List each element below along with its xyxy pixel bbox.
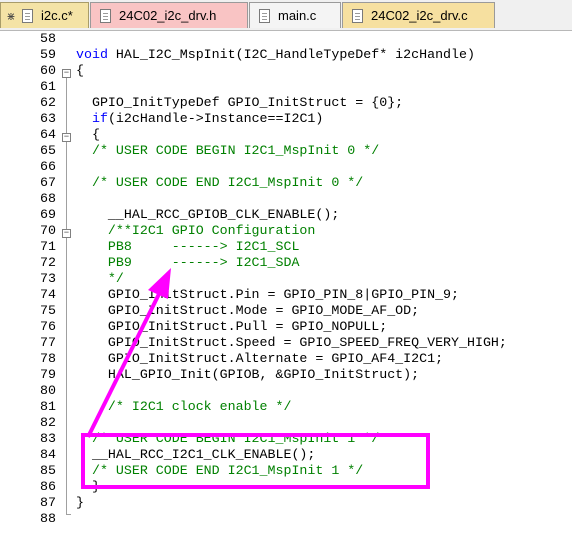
tab-label: main.c — [278, 8, 317, 23]
code-line[interactable]: 82 — [0, 415, 572, 431]
fold-toggle-icon[interactable]: − — [62, 69, 71, 78]
code-line[interactable]: 72 PB9 ------> I2C1_SDA — [0, 255, 572, 271]
line-number: 67 — [40, 175, 56, 190]
code-text: HAL_GPIO_Init(GPIOB, &GPIO_InitStruct); — [76, 367, 420, 382]
line-number: 64 — [40, 127, 56, 142]
line-number: 80 — [40, 383, 56, 398]
code-line[interactable]: 60 { — [0, 63, 572, 79]
code-text: /* USER CODE END I2C1_MspInit 0 */ — [76, 175, 364, 190]
code-line[interactable]: 74 GPIO_InitStruct.Pin = GPIO_PIN_8|GPIO… — [0, 287, 572, 303]
code-text: */ — [76, 271, 124, 286]
code-line[interactable]: 68 — [0, 191, 572, 207]
line-number: 86 — [40, 479, 56, 494]
code-line[interactable]: 79 HAL_GPIO_Init(GPIOB, &GPIO_InitStruct… — [0, 367, 572, 383]
code-text: if(i2cHandle->Instance==I2C1) — [91, 111, 324, 126]
code-line[interactable]: 73 */ — [0, 271, 572, 287]
code-text: GPIO_InitStruct.Pull = GPIO_NOPULL; — [76, 319, 388, 334]
code-text: { — [76, 127, 100, 142]
line-number: 70 — [40, 223, 56, 238]
line-number: 71 — [40, 239, 56, 254]
code-line[interactable]: 76 GPIO_InitStruct.Pull = GPIO_NOPULL; — [0, 319, 572, 335]
code-line[interactable]: 66 — [0, 159, 572, 175]
code-text: GPIO_InitStruct.Alternate = GPIO_AF4_I2C… — [76, 351, 444, 366]
code-line[interactable]: 59 void HAL_I2C_MspInit(I2C_HandleTypeDef… — [0, 47, 572, 63]
line-number: 73 — [40, 271, 56, 286]
line-number: 74 — [40, 287, 56, 302]
line-number: 66 — [40, 159, 56, 174]
file-icon — [22, 8, 33, 23]
tab-24c02-i2c-drv-c[interactable]: 24C02_i2c_drv.c — [342, 2, 495, 28]
code-line[interactable]: 62 GPIO_InitTypeDef GPIO_InitStruct = {0… — [0, 95, 572, 111]
code-text: void HAL_I2C_MspInit(I2C_HandleTypeDef* … — [76, 47, 475, 62]
code-line[interactable]: 61 — [0, 79, 572, 95]
highlight-box — [81, 433, 430, 489]
line-number: 72 — [40, 255, 56, 270]
line-number: 61 — [40, 79, 56, 94]
code-text: PB8 ------> I2C1_SCL — [76, 239, 300, 254]
code-line[interactable]: 65 /* USER CODE BEGIN I2C1_MspInit 0 */ — [0, 143, 572, 159]
line-number: 60 — [40, 63, 56, 78]
tab-24c02-i2c-drv-h[interactable]: 24C02_i2c_drv.h — [90, 2, 248, 28]
code-text: /* I2C1 clock enable */ — [76, 399, 292, 414]
line-number: 65 — [40, 143, 56, 158]
line-number: 76 — [40, 319, 56, 334]
file-icon — [259, 8, 270, 23]
code-line[interactable]: 64 { — [0, 127, 572, 143]
line-number: 88 — [40, 511, 56, 526]
code-text: /* USER CODE BEGIN I2C1_MspInit 0 */ — [76, 143, 380, 158]
file-icon — [100, 8, 111, 23]
line-number: 83 — [40, 431, 56, 446]
line-number: 59 — [40, 47, 56, 62]
code-line[interactable]: 77 GPIO_InitStruct.Speed = GPIO_SPEED_FR… — [0, 335, 572, 351]
code-line[interactable]: 58 — [0, 31, 572, 47]
line-number: 69 — [40, 207, 56, 222]
pin-icon[interactable]: ⋇ — [4, 9, 18, 23]
tab-label: 24C02_i2c_drv.c — [371, 8, 468, 23]
code-text: GPIO_InitTypeDef GPIO_InitStruct = {0}; — [76, 95, 404, 110]
code-text: GPIO_InitStruct.Mode = GPIO_MODE_AF_OD; — [76, 303, 420, 318]
code-line[interactable]: 80 — [0, 383, 572, 399]
tab-bar: ⋇ i2c.c* 24C02_i2c_drv.h main.c 24C02_i2… — [0, 0, 572, 31]
code-line[interactable]: 88 — [0, 511, 572, 527]
line-number: 68 — [40, 191, 56, 206]
line-number: 81 — [40, 399, 56, 414]
code-line[interactable]: 70 /**I2C1 GPIO Configuration — [0, 223, 572, 239]
line-number: 85 — [40, 463, 56, 478]
line-number: 87 — [40, 495, 56, 510]
code-text: PB9 ------> I2C1_SDA — [76, 255, 300, 270]
code-text: GPIO_InitStruct.Pin = GPIO_PIN_8|GPIO_PI… — [76, 287, 460, 302]
line-number: 78 — [40, 351, 56, 366]
code-line[interactable]: 71 PB8 ------> I2C1_SCL — [0, 239, 572, 255]
line-number: 77 — [40, 335, 56, 350]
line-number: 79 — [40, 367, 56, 382]
code-line[interactable]: 81 /* I2C1 clock enable */ — [0, 399, 572, 415]
line-number: 62 — [40, 95, 56, 110]
tab-i2c-c[interactable]: ⋇ i2c.c* — [0, 2, 89, 28]
code-text: __HAL_RCC_GPIOB_CLK_ENABLE(); — [76, 207, 340, 222]
code-text: GPIO_InitStruct.Speed = GPIO_SPEED_FREQ_… — [76, 335, 507, 350]
code-line[interactable]: 67 /* USER CODE END I2C1_MspInit 0 */ — [0, 175, 572, 191]
code-line[interactable]: 75 GPIO_InitStruct.Mode = GPIO_MODE_AF_O… — [0, 303, 572, 319]
fold-toggle-icon[interactable]: − — [62, 133, 71, 142]
line-number: 58 — [40, 31, 56, 46]
line-number: 75 — [40, 303, 56, 318]
line-number: 84 — [40, 447, 56, 462]
code-text: } — [76, 495, 84, 510]
line-number: 63 — [40, 111, 56, 126]
code-text: /**I2C1 GPIO Configuration — [76, 223, 316, 238]
code-line[interactable]: 78 GPIO_InitStruct.Alternate = GPIO_AF4_… — [0, 351, 572, 367]
code-editor[interactable]: 58 59 void HAL_I2C_MspInit(I2C_HandleTypeD… — [0, 31, 572, 533]
code-line[interactable]: 87} — [0, 495, 572, 511]
code-text: { — [76, 63, 84, 78]
tab-main-c[interactable]: main.c — [249, 2, 341, 28]
tab-label: i2c.c* — [41, 8, 73, 23]
code-line[interactable]: 69 __HAL_RCC_GPIOB_CLK_ENABLE(); — [0, 207, 572, 223]
code-line[interactable]: 63 if(i2cHandle->Instance==I2C1) — [0, 111, 572, 127]
file-icon — [352, 8, 363, 23]
tab-label: 24C02_i2c_drv.h — [119, 8, 217, 23]
line-number: 82 — [40, 415, 56, 430]
fold-toggle-icon[interactable]: − — [62, 229, 71, 238]
fold-end-marker — [66, 514, 71, 515]
